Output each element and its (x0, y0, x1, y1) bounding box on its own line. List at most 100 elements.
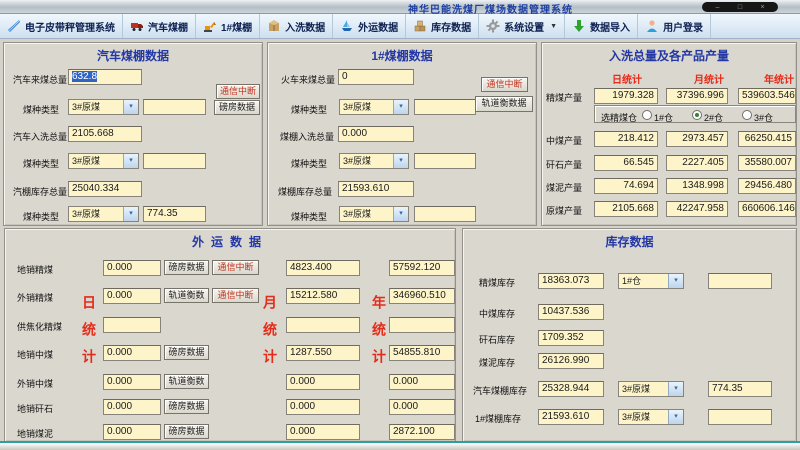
chevron-down-icon[interactable]: ▾ (393, 154, 408, 168)
chevron-down-icon[interactable]: ▾ (123, 207, 138, 221)
toolbar-button-washing-data[interactable]: 入洗数据 (260, 14, 333, 38)
raw-coal-year-input[interactable]: 660606.146 (738, 201, 796, 217)
shed-stock-total-input[interactable]: 21593.610 (338, 181, 414, 197)
export-clean-year-input[interactable]: 346960.510 (389, 288, 455, 304)
coal-type-select[interactable]: 3#原煤 ▾ (339, 99, 409, 115)
raw-coal-day-input[interactable]: 2105.668 (594, 201, 658, 217)
chevron-down-icon[interactable]: ▾ (123, 154, 138, 168)
coking-clean-month-input[interactable] (286, 317, 360, 333)
export-middlings-day-input[interactable]: 0.000 (103, 374, 161, 390)
chevron-down-icon[interactable]: ▾ (393, 100, 408, 114)
local-gangue-day-input[interactable]: 0.000 (103, 399, 161, 415)
toolbar-button-truck-shed[interactable]: 汽车煤棚 (123, 14, 196, 38)
local-slime-month-input[interactable]: 0.000 (286, 424, 360, 440)
middlings-day-input[interactable]: 218.412 (594, 131, 658, 147)
clean-coal-year-input[interactable]: 539603.546 (738, 88, 796, 104)
truck-washed-total-input[interactable]: 2105.668 (68, 126, 142, 142)
coal-type-select[interactable]: 3#原煤 ▾ (68, 99, 139, 115)
toolbar-button-belt-scale-system[interactable]: 电子皮带秤管理系统 (0, 14, 123, 38)
weighbridge-data-button[interactable]: 磅房数据 (164, 399, 209, 414)
coking-clean-day-input[interactable] (103, 317, 161, 333)
coking-clean-year-input[interactable] (389, 317, 455, 333)
toolbar-button-shed-1[interactable]: 1#煤棚 (196, 14, 260, 38)
truck-incoming-total-input[interactable]: 632.8 (68, 69, 142, 85)
coal-type-select[interactable]: 3#原煤 ▾ (618, 409, 684, 425)
train-incoming-total-input[interactable]: 0 (338, 69, 414, 85)
toolbar-button-outbound-data[interactable]: 外运数据 (333, 14, 406, 38)
slime-day-input[interactable]: 74.694 (594, 178, 658, 194)
clean-coal-month-input[interactable]: 37396.996 (666, 88, 728, 104)
coal-type-select[interactable]: 3#原煤 ▾ (618, 381, 684, 397)
local-gangue-month-input[interactable]: 0.000 (286, 399, 360, 415)
gangue-stock-input[interactable]: 1709.352 (538, 330, 604, 346)
coal-type-stock-input[interactable] (708, 409, 772, 425)
toolbar-button-system-settings[interactable]: 系统设置 ▼ (479, 14, 565, 38)
local-gangue-year-input[interactable]: 0.000 (389, 399, 455, 415)
weighbridge-data-button[interactable]: 磅房数据 (164, 424, 209, 439)
radio-bunker-2[interactable] (692, 110, 702, 120)
weighbridge-data-button[interactable]: 磅房数据 (164, 345, 209, 360)
bunker-stock-input[interactable] (708, 273, 772, 289)
rail-scale-data-button[interactable]: 轨道衡数据 (475, 96, 533, 112)
coal-type-select[interactable]: 3#原煤 ▾ (339, 153, 409, 169)
minimize-button[interactable]: – (711, 3, 725, 12)
clean-coal-stock-input[interactable]: 18363.073 (538, 273, 604, 289)
export-clean-day-input[interactable]: 0.000 (103, 288, 161, 304)
coal-type-select[interactable]: 3#原煤 ▾ (68, 206, 139, 222)
comm-interrupt-button[interactable]: 通信中断 (212, 260, 259, 275)
radio-bunker-3[interactable] (742, 110, 752, 120)
coal-type-amount-input[interactable] (414, 99, 476, 115)
gangue-day-input[interactable]: 66.545 (594, 155, 658, 171)
weighbridge-data-button[interactable]: 磅房数据 (214, 100, 260, 115)
gangue-month-input[interactable]: 2227.405 (666, 155, 728, 171)
middlings-year-input[interactable]: 66250.415 (738, 131, 796, 147)
gangue-year-input[interactable]: 35580.007 (738, 155, 796, 171)
export-middlings-month-input[interactable]: 0.000 (286, 374, 360, 390)
chevron-down-icon[interactable]: ▾ (668, 410, 683, 424)
slime-stock-input[interactable]: 26126.990 (538, 353, 604, 369)
coal-type-amount-input[interactable] (143, 99, 206, 115)
local-slime-day-input[interactable]: 0.000 (103, 424, 161, 440)
local-clean-month-input[interactable]: 4823.400 (286, 260, 360, 276)
chevron-down-icon[interactable]: ▾ (123, 100, 138, 114)
slime-year-input[interactable]: 29456.480 (738, 178, 796, 194)
rail-scale-data-button[interactable]: 轨道衡数 (164, 288, 209, 303)
local-middlings-month-input[interactable]: 1287.550 (286, 345, 360, 361)
comm-interrupt-button[interactable]: 通信中断 (481, 77, 528, 92)
coal-type-amount-input[interactable] (143, 153, 206, 169)
local-slime-year-input[interactable]: 2872.100 (389, 424, 455, 440)
bunker-select[interactable]: 1#仓 ▾ (618, 273, 684, 289)
clean-coal-day-input[interactable]: 1979.328 (594, 88, 658, 104)
export-middlings-year-input[interactable]: 0.000 (389, 374, 455, 390)
coal-type-select[interactable]: 3#原煤 ▾ (339, 206, 409, 222)
local-middlings-year-input[interactable]: 54855.810 (389, 345, 455, 361)
middlings-month-input[interactable]: 2973.457 (666, 131, 728, 147)
weighbridge-data-button[interactable]: 磅房数据 (164, 260, 209, 275)
comm-interrupt-button[interactable]: 通信中断 (216, 84, 260, 99)
shed-washed-total-input[interactable]: 0.000 (338, 126, 414, 142)
chevron-down-icon[interactable]: ▾ (668, 274, 683, 288)
local-clean-year-input[interactable]: 57592.120 (389, 260, 455, 276)
export-clean-month-input[interactable]: 15212.580 (286, 288, 360, 304)
chevron-down-icon[interactable]: ▾ (393, 207, 408, 221)
raw-coal-month-input[interactable]: 42247.958 (666, 201, 728, 217)
comm-interrupt-button[interactable]: 通信中断 (212, 288, 259, 303)
maximize-button[interactable]: □ (733, 3, 747, 12)
coal-type-amount-input[interactable]: 774.35 (143, 206, 206, 222)
coal-type-select[interactable]: 3#原煤 ▾ (68, 153, 139, 169)
chevron-down-icon[interactable]: ▾ (668, 382, 683, 396)
toolbar-button-data-import[interactable]: 数据导入 (565, 14, 638, 38)
toolbar-button-inventory-data[interactable]: 库存数据 (406, 14, 479, 38)
toolbar-button-user-login[interactable]: 用户登录 (638, 14, 711, 38)
coal-type-stock-input[interactable]: 774.35 (708, 381, 772, 397)
radio-bunker-1[interactable] (642, 110, 652, 120)
truck-shed-stock-total-input[interactable]: 25040.334 (68, 181, 142, 197)
middlings-stock-input[interactable]: 10437.536 (538, 304, 604, 320)
truck-shed-stock-input[interactable]: 25328.944 (538, 381, 604, 397)
coal-type-amount-input[interactable] (414, 153, 476, 169)
local-clean-day-input[interactable]: 0.000 (103, 260, 161, 276)
rail-scale-data-button[interactable]: 轨道衡数 (164, 374, 209, 389)
coal-type-amount-input[interactable] (414, 206, 476, 222)
close-button[interactable]: × (756, 3, 770, 12)
local-middlings-day-input[interactable]: 0.000 (103, 345, 161, 361)
